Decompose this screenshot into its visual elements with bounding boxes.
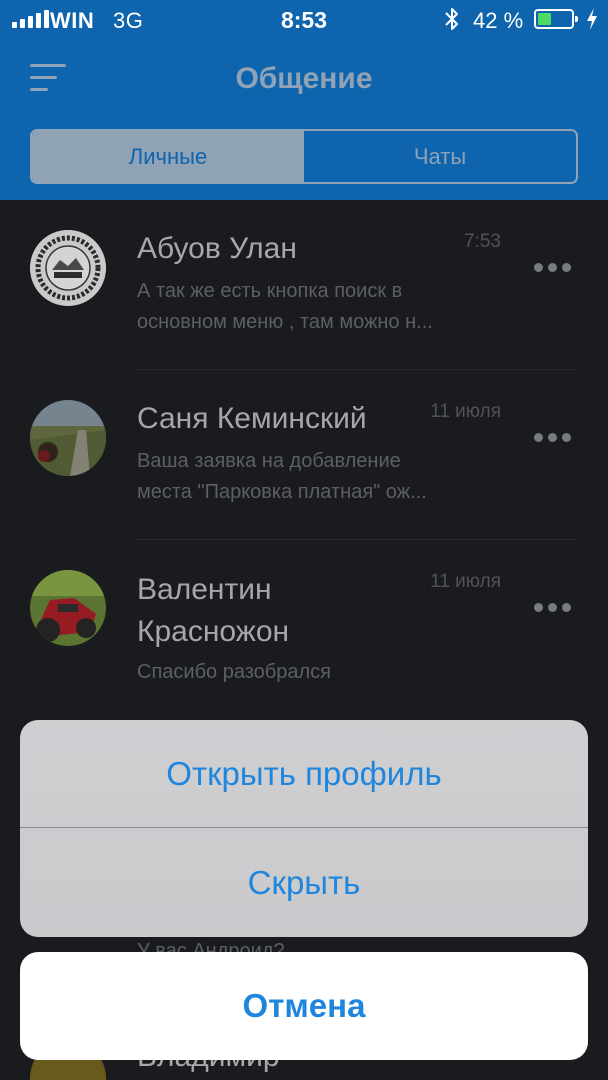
page-title: Общение xyxy=(235,62,373,95)
tab-chats[interactable]: Чаты xyxy=(304,131,576,182)
charging-icon xyxy=(587,8,597,30)
action-sheet: Открыть профиль Скрыть xyxy=(20,720,588,937)
open-profile-button[interactable]: Открыть профиль xyxy=(20,720,588,828)
overlay-dim[interactable] xyxy=(0,200,608,1080)
battery-level xyxy=(538,13,551,25)
segmented-control: Личные Чаты xyxy=(30,129,578,184)
app-screen: WIN 3G 8:53 42 % Общение Личные Чаты Абу… xyxy=(0,0,608,1080)
divider xyxy=(20,827,588,828)
battery-icon xyxy=(534,9,578,29)
battery-percent: 42 % xyxy=(473,8,524,33)
hide-button[interactable]: Скрыть xyxy=(20,829,588,937)
status-bar: WIN 3G 8:53 42 % xyxy=(0,0,608,40)
bluetooth-icon xyxy=(445,8,458,30)
tab-personal[interactable]: Личные xyxy=(32,131,304,182)
cancel-button[interactable]: Отмена xyxy=(20,952,588,1060)
